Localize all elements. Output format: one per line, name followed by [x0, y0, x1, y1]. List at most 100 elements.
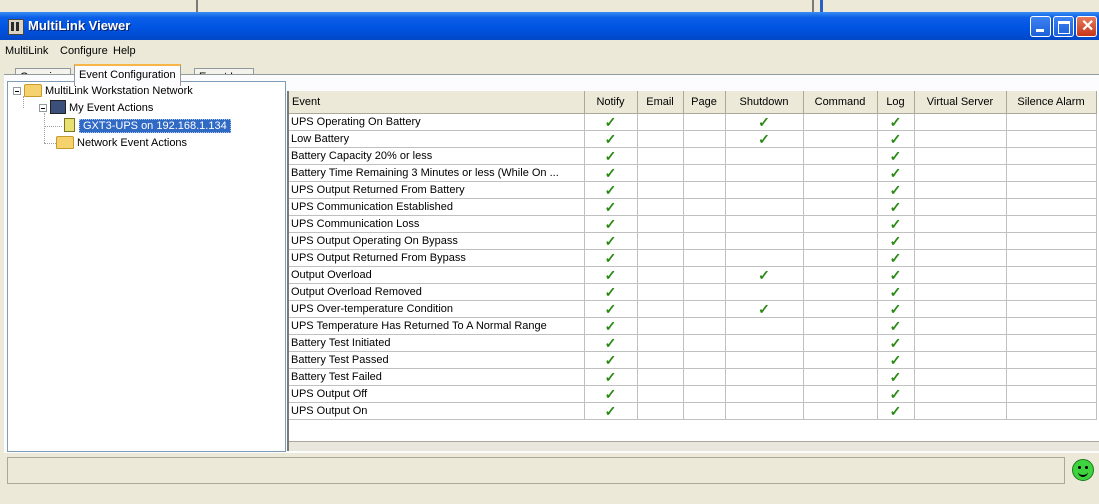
checkbox-cell-log[interactable]: ✓	[877, 232, 915, 250]
table-row[interactable]: Battery Time Remaining 3 Minutes or less…	[289, 164, 1097, 182]
checkbox-cell-command[interactable]	[803, 334, 878, 352]
checkbox-cell-page[interactable]	[683, 334, 726, 352]
checkbox-cell-notify[interactable]: ✓	[584, 368, 638, 386]
checkbox-cell-shutdown[interactable]: ✓	[725, 266, 804, 284]
checkbox-cell-shutdown[interactable]	[725, 334, 804, 352]
checkbox-cell-virtual-server[interactable]	[914, 198, 1007, 216]
table-row[interactable]: Battery Test Failed ✓ ✓	[289, 368, 1097, 386]
checkbox-cell-email[interactable]	[637, 334, 684, 352]
column-header-notify[interactable]: Notify	[584, 91, 638, 114]
checkbox-cell-notify[interactable]: ✓	[584, 300, 638, 318]
checkbox-cell-page[interactable]	[683, 283, 726, 301]
checkbox-cell-notify[interactable]: ✓	[584, 181, 638, 199]
checkbox-cell-notify[interactable]: ✓	[584, 164, 638, 182]
column-header-page[interactable]: Page	[683, 91, 726, 114]
checkbox-cell-silence-alarm[interactable]	[1006, 147, 1097, 165]
checkbox-cell-command[interactable]	[803, 113, 878, 131]
checkbox-cell-shutdown[interactable]: ✓	[725, 300, 804, 318]
event-name-cell[interactable]: UPS Temperature Has Returned To A Normal…	[289, 317, 585, 335]
checkbox-cell-command[interactable]	[803, 215, 878, 233]
checkbox-cell-notify[interactable]: ✓	[584, 334, 638, 352]
checkbox-cell-email[interactable]	[637, 215, 684, 233]
table-row[interactable]: UPS Output On ✓ ✓	[289, 402, 1097, 420]
checkbox-cell-virtual-server[interactable]	[914, 385, 1007, 403]
checkbox-cell-notify[interactable]: ✓	[584, 249, 638, 267]
checkbox-cell-page[interactable]	[683, 113, 726, 131]
minimize-button[interactable]	[1030, 16, 1051, 37]
tree-item-network-event-actions[interactable]: Network Event Actions	[56, 135, 187, 151]
checkbox-cell-log[interactable]: ✓	[877, 351, 915, 369]
checkbox-cell-silence-alarm[interactable]	[1006, 283, 1097, 301]
table-row[interactable]: Battery Test Passed ✓ ✓	[289, 351, 1097, 369]
checkbox-cell-log[interactable]: ✓	[877, 334, 915, 352]
collapse-icon[interactable]	[39, 104, 47, 112]
event-name-cell[interactable]: Battery Test Failed	[289, 368, 585, 386]
event-name-cell[interactable]: Battery Capacity 20% or less	[289, 147, 585, 165]
checkbox-cell-email[interactable]	[637, 402, 684, 420]
checkbox-cell-email[interactable]	[637, 198, 684, 216]
checkbox-cell-command[interactable]	[803, 130, 878, 148]
checkbox-cell-silence-alarm[interactable]	[1006, 402, 1097, 420]
checkbox-cell-notify[interactable]: ✓	[584, 198, 638, 216]
checkbox-cell-silence-alarm[interactable]	[1006, 181, 1097, 199]
checkbox-cell-page[interactable]	[683, 215, 726, 233]
column-header-command[interactable]: Command	[803, 91, 878, 114]
checkbox-cell-virtual-server[interactable]	[914, 130, 1007, 148]
checkbox-cell-email[interactable]	[637, 147, 684, 165]
maximize-button[interactable]	[1053, 16, 1074, 37]
checkbox-cell-email[interactable]	[637, 164, 684, 182]
checkbox-cell-silence-alarm[interactable]	[1006, 300, 1097, 318]
checkbox-cell-virtual-server[interactable]	[914, 351, 1007, 369]
checkbox-cell-virtual-server[interactable]	[914, 300, 1007, 318]
event-name-cell[interactable]: UPS Communication Established	[289, 198, 585, 216]
checkbox-cell-command[interactable]	[803, 249, 878, 267]
smiley-ok-icon[interactable]	[1072, 459, 1094, 481]
checkbox-cell-page[interactable]	[683, 317, 726, 335]
checkbox-cell-email[interactable]	[637, 368, 684, 386]
checkbox-cell-command[interactable]	[803, 232, 878, 250]
checkbox-cell-silence-alarm[interactable]	[1006, 164, 1097, 182]
table-row[interactable]: Battery Test Initiated ✓ ✓	[289, 334, 1097, 352]
checkbox-cell-shutdown[interactable]	[725, 147, 804, 165]
column-header-silence-alarm[interactable]: Silence Alarm	[1006, 91, 1097, 114]
menu-multilink[interactable]: MultiLink	[5, 45, 48, 57]
checkbox-cell-email[interactable]	[637, 181, 684, 199]
checkbox-cell-email[interactable]	[637, 283, 684, 301]
tree-item-device[interactable]: GXT3-UPS on 192.168.1.134	[64, 118, 231, 134]
menu-help[interactable]: Help	[113, 45, 136, 57]
checkbox-cell-page[interactable]	[683, 198, 726, 216]
event-name-cell[interactable]: UPS Output Returned From Battery	[289, 181, 585, 199]
column-header-email[interactable]: Email	[637, 91, 684, 114]
checkbox-cell-notify[interactable]: ✓	[584, 130, 638, 148]
checkbox-cell-shutdown[interactable]	[725, 351, 804, 369]
event-name-cell[interactable]: Output Overload Removed	[289, 283, 585, 301]
table-row[interactable]: UPS Output Operating On Bypass ✓ ✓	[289, 232, 1097, 250]
checkbox-cell-page[interactable]	[683, 368, 726, 386]
checkbox-cell-virtual-server[interactable]	[914, 317, 1007, 335]
checkbox-cell-log[interactable]: ✓	[877, 368, 915, 386]
checkbox-cell-log[interactable]: ✓	[877, 113, 915, 131]
event-name-cell[interactable]: UPS Output Off	[289, 385, 585, 403]
event-name-cell[interactable]: UPS Output On	[289, 402, 585, 420]
checkbox-cell-silence-alarm[interactable]	[1006, 130, 1097, 148]
checkbox-cell-log[interactable]: ✓	[877, 215, 915, 233]
checkbox-cell-shutdown[interactable]	[725, 181, 804, 199]
table-row[interactable]: UPS Communication Established ✓ ✓	[289, 198, 1097, 216]
event-name-cell[interactable]: UPS Operating On Battery	[289, 113, 585, 131]
checkbox-cell-page[interactable]	[683, 232, 726, 250]
checkbox-cell-command[interactable]	[803, 147, 878, 165]
checkbox-cell-shutdown[interactable]	[725, 368, 804, 386]
event-name-cell[interactable]: UPS Communication Loss	[289, 215, 585, 233]
checkbox-cell-silence-alarm[interactable]	[1006, 232, 1097, 250]
checkbox-cell-log[interactable]: ✓	[877, 402, 915, 420]
horizontal-scrollbar[interactable]	[289, 441, 1099, 451]
checkbox-cell-command[interactable]	[803, 198, 878, 216]
checkbox-cell-command[interactable]	[803, 368, 878, 386]
checkbox-cell-shutdown[interactable]	[725, 198, 804, 216]
checkbox-cell-shutdown[interactable]	[725, 164, 804, 182]
checkbox-cell-email[interactable]	[637, 300, 684, 318]
collapse-icon[interactable]	[13, 87, 21, 95]
table-row[interactable]: UPS Operating On Battery ✓ ✓ ✓	[289, 113, 1097, 131]
checkbox-cell-silence-alarm[interactable]	[1006, 198, 1097, 216]
checkbox-cell-virtual-server[interactable]	[914, 181, 1007, 199]
